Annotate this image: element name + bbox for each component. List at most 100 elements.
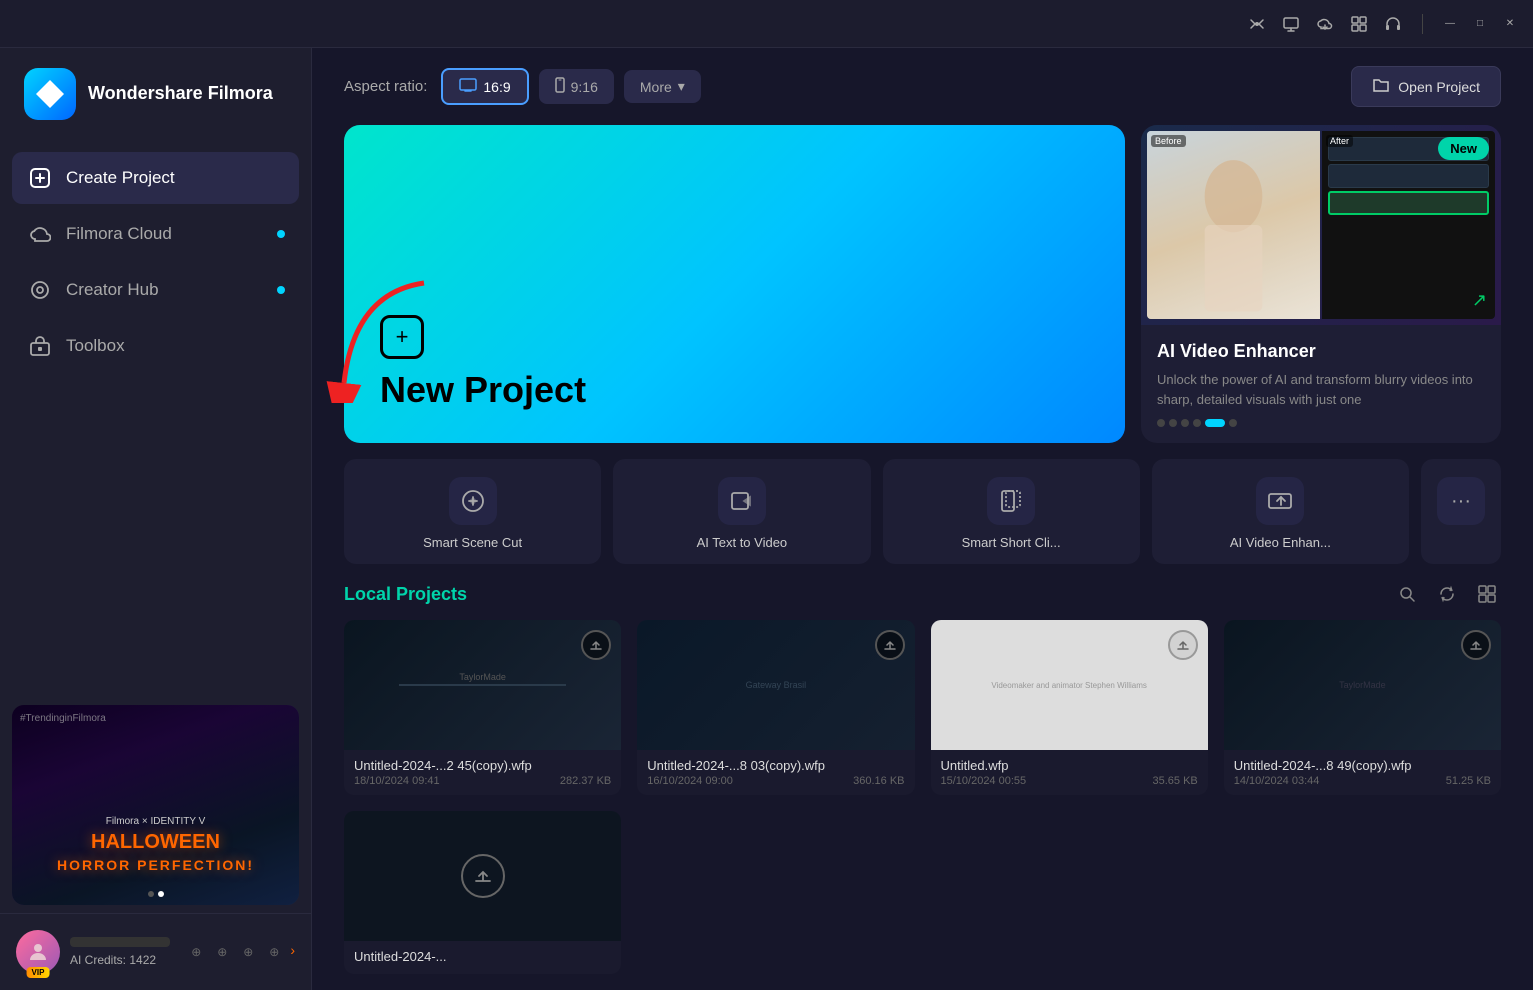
project-name-4: Untitled-2024-...8 49(copy).wfp [1234, 758, 1491, 773]
broadcast-icon[interactable] [1248, 15, 1266, 33]
aspect-16-9-button[interactable]: 16:9 [441, 68, 528, 105]
monitor-icon [459, 78, 477, 95]
user-icon-3[interactable]: ⊕ [238, 942, 258, 962]
project-card-1[interactable]: TaylorMade Untitled-2024-...2 45(copy).w… [344, 620, 621, 795]
aspect-ratio-label: Aspect ratio: [344, 78, 427, 95]
promo-banner[interactable]: #TrendinginFilmora Filmora × IDENTITY V … [12, 705, 299, 905]
sidebar-item-create-project[interactable]: Create Project [12, 152, 299, 204]
grid-view-icon[interactable] [1473, 580, 1501, 608]
projects-grid: TaylorMade Untitled-2024-...2 45(copy).w… [344, 620, 1501, 974]
more-icon: ··· [1437, 477, 1485, 525]
project-card-5[interactable]: Untitled-2024-... [344, 811, 621, 974]
action-ai-video-enhancer[interactable]: AI Video Enhan... [1152, 459, 1409, 564]
upload-icon-large-5 [461, 854, 505, 898]
project-size-3: 35.65 KB [1152, 775, 1197, 787]
project-name-3: Untitled.wfp [941, 758, 1198, 773]
ai-dot-1 [1157, 419, 1165, 427]
open-project-button[interactable]: Open Project [1351, 66, 1501, 107]
promo-image: #TrendinginFilmora Filmora × IDENTITY V … [12, 705, 299, 905]
quick-actions: Smart Scene Cut AI Text to Video [344, 459, 1501, 564]
titlebar-divider [1422, 14, 1423, 34]
ai-dot-6 [1229, 419, 1237, 427]
more-label: More [640, 79, 672, 95]
section-header: Local Projects [344, 580, 1501, 608]
promo-overlay: Filmora × IDENTITY V HALLOWEENHORROR PER… [12, 816, 299, 875]
project-size-2: 360.16 KB [853, 775, 904, 787]
user-nav-arrow[interactable]: › [290, 942, 295, 962]
more-button[interactable]: More ▾ [624, 70, 701, 103]
project-date-4: 14/10/2024 03:44 [1234, 775, 1320, 787]
upload-icon-3[interactable] [1168, 630, 1198, 660]
user-name-bar [70, 937, 170, 947]
user-icon-4[interactable]: ⊕ [264, 942, 284, 962]
promo-dot-1 [148, 891, 154, 897]
new-project-card[interactable]: + New Project [344, 125, 1125, 443]
smart-short-clip-icon [987, 477, 1035, 525]
project-card-3[interactable]: Videomaker and animator Stephen Williams… [931, 620, 1208, 795]
user-avatar[interactable]: VIP [16, 930, 60, 974]
ai-dot-3 [1181, 419, 1189, 427]
sidebar-item-label: Toolbox [66, 336, 125, 356]
upload-icon-2[interactable] [875, 630, 905, 660]
aspect-9-16-button[interactable]: 9:16 [539, 69, 614, 104]
project-size-1: 282.37 KB [560, 775, 611, 787]
grid-icon[interactable] [1350, 15, 1368, 33]
sidebar-item-label: Creator Hub [66, 280, 159, 300]
project-meta-4: 14/10/2024 03:44 51.25 KB [1234, 775, 1491, 787]
folder-icon [1372, 77, 1390, 96]
sidebar-item-creator-hub[interactable]: Creator Hub [12, 264, 299, 316]
ai-dot-4 [1193, 419, 1201, 427]
upload-icon-4[interactable] [1461, 630, 1491, 660]
minimize-button[interactable]: — [1443, 17, 1457, 31]
smart-scene-cut-icon [449, 477, 497, 525]
aspect-ratio-group: Aspect ratio: 16:9 9:16 [344, 68, 701, 105]
ai-video-enhancer-label: AI Video Enhan... [1230, 535, 1331, 550]
new-project-title: New Project [380, 369, 1089, 411]
project-card-4[interactable]: TaylorMade Untitled-2024-...8 49(copy).w… [1224, 620, 1501, 795]
action-smart-scene-cut[interactable]: Smart Scene Cut [344, 459, 601, 564]
vip-badge: VIP [27, 967, 50, 978]
maximize-button[interactable]: □ [1473, 17, 1487, 31]
project-thumb-3: Videomaker and animator Stephen Williams [931, 620, 1208, 750]
refresh-icon[interactable] [1433, 580, 1461, 608]
promo-dot-2 [158, 891, 164, 897]
topbar: Aspect ratio: 16:9 9:16 [312, 48, 1533, 125]
action-ai-text-to-video[interactable]: AI Text to Video [613, 459, 870, 564]
project-name-1: Untitled-2024-...2 45(copy).wfp [354, 758, 611, 773]
user-icon-1[interactable]: ⊕ [186, 942, 206, 962]
cloud-icon [28, 222, 52, 246]
toolbox-icon [28, 334, 52, 358]
promo-hashtag: #TrendinginFilmora [20, 713, 106, 724]
project-meta-3: 15/10/2024 00:55 35.65 KB [941, 775, 1198, 787]
aspect-16-9-label: 16:9 [483, 79, 510, 95]
sidebar: Wondershare Filmora Create Project Filmo… [0, 0, 312, 990]
project-info-4: Untitled-2024-...8 49(copy).wfp 14/10/20… [1224, 750, 1501, 795]
phone-icon [555, 77, 565, 96]
download-cloud-icon[interactable] [1316, 15, 1334, 33]
open-project-label: Open Project [1398, 79, 1480, 95]
create-project-icon [28, 166, 52, 190]
red-arrow [324, 273, 444, 403]
project-info-5: Untitled-2024-... [344, 941, 621, 974]
sidebar-item-toolbox[interactable]: Toolbox [12, 320, 299, 372]
project-thumb-2: Gateway Brasil [637, 620, 914, 750]
user-icon-2[interactable]: ⊕ [212, 942, 232, 962]
close-button[interactable]: ✕ [1503, 17, 1517, 31]
sidebar-item-filmora-cloud[interactable]: Filmora Cloud [12, 208, 299, 260]
project-card-2[interactable]: Gateway Brasil Untitled-2024-...8 03(cop… [637, 620, 914, 795]
creator-hub-icon [28, 278, 52, 302]
screen-icon[interactable] [1282, 15, 1300, 33]
ai-card-content: AI Video Enhancer Unlock the power of AI… [1141, 325, 1501, 443]
content-area: + New Project New [312, 125, 1533, 990]
ai-card-image: New Before [1141, 125, 1501, 325]
search-icon[interactable] [1393, 580, 1421, 608]
local-projects-title: Local Projects [344, 584, 467, 605]
action-smart-short-clip[interactable]: Smart Short Cli... [883, 459, 1140, 564]
action-more[interactable]: ··· [1421, 459, 1501, 564]
hero-row: + New Project New [344, 125, 1501, 443]
project-date-2: 16/10/2024 09:00 [647, 775, 733, 787]
headphones-icon[interactable] [1384, 15, 1402, 33]
ai-feature-card[interactable]: New Before [1141, 125, 1501, 443]
aspect-9-16-label: 9:16 [571, 79, 598, 95]
ai-card-title: AI Video Enhancer [1157, 341, 1485, 362]
